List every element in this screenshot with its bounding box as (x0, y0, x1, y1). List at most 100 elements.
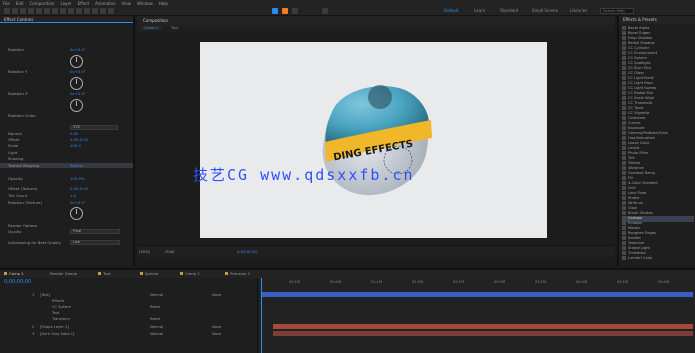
zoom-level[interactable]: (50%) (139, 249, 150, 254)
cc-sphere-render: DING EFFECTS (322, 85, 432, 196)
pan-behind-tool-icon[interactable] (52, 8, 58, 14)
roto-tool-icon[interactable] (100, 8, 106, 14)
menu-file[interactable]: File (3, 1, 10, 6)
layer-bar-solid[interactable] (273, 331, 693, 336)
menu-view[interactable]: View (122, 1, 132, 6)
prop-light[interactable]: Light (0, 150, 133, 155)
ruler-tick-label: 02:15f (453, 280, 464, 284)
type-tool-icon[interactable] (68, 8, 74, 14)
timeline-tab-6[interactable]: Precomp 1 (225, 271, 250, 276)
camera-tool-icon[interactable] (44, 8, 50, 14)
prop-opacity: Opacity 100.0% (8, 176, 85, 181)
effect-icon (622, 51, 626, 55)
effect-icon (622, 96, 626, 100)
layer-bar-text[interactable] (261, 292, 693, 297)
ruler-tick-label: 05:00f (658, 280, 669, 284)
prop-rotation-z: Rotation Z 0x+0.0° (8, 91, 86, 96)
menu-effect[interactable]: Effect (78, 1, 90, 6)
layer-number: 3 (32, 332, 35, 336)
menu-edit[interactable]: Edit (16, 1, 24, 6)
layer-row[interactable]: 2 [Shape Layer 1] Normal None (0, 324, 258, 330)
effect-item-label: 4-Color Gradient (628, 181, 658, 185)
timeline-tab-1[interactable]: Comp 1 (4, 271, 24, 276)
effect-icon (622, 101, 626, 105)
prop-tile-count: Tile Count 1.0 (8, 193, 77, 198)
workspace-default[interactable]: Default (444, 8, 459, 13)
timeline-tab-5[interactable]: Comp 2 (180, 271, 200, 276)
resolution-select[interactable]: (Full) (165, 249, 174, 254)
playhead[interactable] (261, 278, 262, 353)
prop-shading[interactable]: Shading (0, 156, 133, 161)
stroke-width-icon[interactable] (322, 8, 328, 14)
effect-icon (622, 61, 626, 65)
comp-subtab-2[interactable]: Text (171, 26, 178, 30)
layer-row[interactable]: 3 [Dark Gray Solid 1] Normal None (0, 331, 258, 337)
rotate-tool-icon[interactable] (36, 8, 42, 14)
comp-subtab-1[interactable]: Comp 1 (141, 26, 161, 30)
effect-item-label: Brush Strokes (628, 211, 653, 215)
menu-composition[interactable]: Composition (29, 1, 54, 6)
workspace-learn[interactable]: Learn (474, 8, 485, 13)
texture-rotation-dial[interactable] (70, 207, 83, 220)
timeline-tab-4[interactable]: Sphere (140, 271, 158, 276)
rotation-z-dial[interactable] (70, 99, 83, 112)
timeline-tab-2[interactable]: Render Queue (50, 271, 77, 276)
eraser-tool-icon[interactable] (92, 8, 98, 14)
composition-canvas[interactable]: DING EFFECTS (200, 42, 547, 238)
effect-item-label: Write-on (628, 201, 644, 205)
effect-item-label: Roughen Edges (628, 231, 656, 235)
viewer-comp-tabs: Comp 1 Text (137, 25, 615, 33)
layer-name: Transform (52, 317, 70, 321)
rotation-order-select[interactable]: XYZ (70, 125, 118, 130)
brush-tool-icon[interactable] (76, 8, 82, 14)
composition-tab[interactable]: Composition (143, 18, 168, 23)
effect-icon (622, 91, 626, 95)
effect-icon (622, 161, 626, 165)
rotation-x-dial[interactable] (70, 55, 83, 68)
menu-layer[interactable]: Layer (60, 1, 71, 6)
effect-item[interactable]: Lumetri Color (622, 256, 694, 262)
effect-icon (622, 116, 626, 120)
effect-item-label: Lens Flare (628, 191, 647, 195)
stroke-color-swatch[interactable] (292, 8, 298, 14)
layer-bar-shape[interactable] (273, 324, 693, 329)
quality-select[interactable]: Final (70, 229, 120, 234)
pen-tool-icon[interactable] (60, 8, 66, 14)
workspace-small-screen[interactable]: Small Screen (532, 8, 558, 13)
rotation-y-dial[interactable] (70, 77, 83, 90)
workspace-standard[interactable]: Standard (500, 8, 518, 13)
selection-tool-icon[interactable] (12, 8, 18, 14)
timeline-timecode[interactable]: 0;00;00;00 (4, 279, 31, 285)
effect-item-label: Cartoon (628, 216, 643, 220)
current-time[interactable]: 0;00;00;00 (237, 249, 258, 254)
antialiasing-select[interactable]: Low (70, 240, 120, 245)
menu-window[interactable]: Window (137, 1, 153, 6)
comp-color-icon (98, 272, 101, 275)
effect-icon (622, 136, 626, 140)
search-help-input[interactable]: Search Help (600, 8, 634, 14)
composition-viewer: Composition Comp 1 Text DING EFFECTS 技艺C… (137, 16, 615, 266)
stamp-tool-icon[interactable] (84, 8, 90, 14)
ruler-tick-label: 03:15f (535, 280, 546, 284)
effect-item-label: CC Cylinder (628, 46, 650, 50)
snapping-icon[interactable] (272, 8, 278, 14)
effect-icon (622, 251, 626, 255)
prop-render-options[interactable]: Render Options (0, 223, 133, 228)
workspace-libraries[interactable]: Libraries (570, 8, 587, 13)
fill-color-swatch[interactable] (282, 8, 288, 14)
menu-help[interactable]: Help (159, 1, 168, 6)
effect-controls-tab[interactable]: Effect Controls (0, 16, 133, 23)
ruler-tick-label: 01:15f (371, 280, 382, 284)
menu-animation[interactable]: Animation (95, 1, 115, 6)
hand-tool-icon[interactable] (20, 8, 26, 14)
layer-row[interactable]: Transform Reset (0, 316, 258, 322)
effect-icon (622, 121, 626, 125)
prop-texture-mapping[interactable]: Texture Mapping Sphere (0, 163, 133, 168)
effect-item-label: Leave Color (628, 141, 650, 145)
timeline-track-area[interactable]: 00:15f 01:00f 01:15f 02:00f 02:15f 03:00f 03:1… (259, 278, 695, 353)
home-icon[interactable] (4, 8, 10, 14)
zoom-tool-icon[interactable] (28, 8, 34, 14)
effects-panel-header[interactable]: Effects & Presets (619, 16, 695, 24)
timeline-tab-3[interactable]: Text (98, 271, 111, 276)
puppet-tool-icon[interactable] (108, 8, 114, 14)
